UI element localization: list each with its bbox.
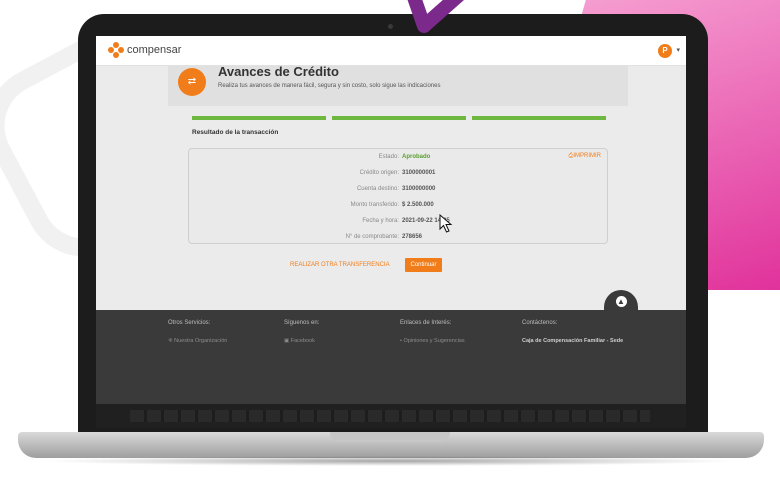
scroll-to-top-button[interactable]: ▲ bbox=[604, 290, 638, 310]
compensar-logo[interactable]: compensar bbox=[108, 42, 181, 58]
logo-icon bbox=[108, 42, 124, 58]
arrow-up-icon: ▲ bbox=[615, 296, 627, 307]
result-section-title: Resultado de la transacción bbox=[192, 129, 279, 136]
page-title: Avances de Crédito bbox=[218, 64, 339, 79]
result-row-receipt-number: N° de comprobante: 278656 bbox=[345, 234, 423, 240]
user-avatar[interactable]: P bbox=[658, 44, 672, 58]
result-card: ⎙IMPRIMIR Estado: Aprobado Crédito orige… bbox=[188, 148, 608, 244]
step-2-bar bbox=[332, 116, 466, 120]
transfer-arrows-icon: ⇄ bbox=[178, 68, 206, 96]
footer-col-contact: Contáctenos: Caja de Compensación Famili… bbox=[522, 320, 624, 344]
status-value: Aprobado bbox=[402, 154, 431, 160]
result-row-destination-account: Cuenta destino: 3100000000 bbox=[356, 186, 436, 192]
progress-steps bbox=[192, 116, 606, 120]
footer-col-links: Enlaces de Interés: • Opiniones y Sugere… bbox=[400, 320, 465, 344]
step-1-bar bbox=[192, 116, 326, 120]
page-banner: ⇄ Avances de Crédito Realiza tus avances… bbox=[168, 64, 628, 106]
footer-link-organization[interactable]: ⁜ Nuestra Organización bbox=[168, 338, 227, 344]
result-row-amount: Monto transferido: $ 2.500.000 bbox=[350, 202, 434, 208]
facebook-icon: ▣ bbox=[284, 338, 291, 344]
logo-text: compensar bbox=[127, 44, 182, 56]
chevron-down-icon[interactable]: ▾ bbox=[676, 46, 680, 54]
footer-link-opinions[interactable]: • Opiniones y Sugerencias bbox=[400, 338, 465, 344]
footer-contact-text: Caja de Compensación Familiar - Sede bbox=[522, 338, 624, 344]
laptop-shadow bbox=[40, 456, 740, 466]
laptop-keyboard bbox=[130, 410, 650, 422]
other-transfer-link[interactable]: REALIZAR OTRA TRANSFERENCIA bbox=[290, 262, 390, 268]
step-3-bar bbox=[472, 116, 606, 120]
continue-button[interactable]: Continuar bbox=[405, 258, 442, 272]
footer-col-services: Otros Servicios: ⁜ Nuestra Organización bbox=[168, 320, 228, 344]
purple-arrow-graphic bbox=[407, 0, 464, 33]
footer-col-social: Síguenos en: ▣ Facebook bbox=[284, 320, 320, 344]
page-subtitle: Realiza tus avances de manera fácil, seg… bbox=[218, 83, 441, 89]
result-row-credit-origin: Crédito origen: 3100000001 bbox=[359, 170, 436, 176]
footer-link-facebook[interactable]: ▣ Facebook bbox=[284, 338, 319, 344]
result-row-status: Estado: Aprobado bbox=[378, 154, 431, 160]
laptop-notch bbox=[330, 432, 450, 442]
result-row-datetime: Fecha y hora: 2021-09-22 14:25 bbox=[362, 218, 450, 224]
mouse-cursor-icon bbox=[439, 214, 453, 233]
laptop-screen: compensar P ▾ ⇄ Avances de Crédito Reali… bbox=[96, 36, 686, 404]
footer: Otros Servicios: ⁜ Nuestra Organización … bbox=[96, 310, 686, 404]
